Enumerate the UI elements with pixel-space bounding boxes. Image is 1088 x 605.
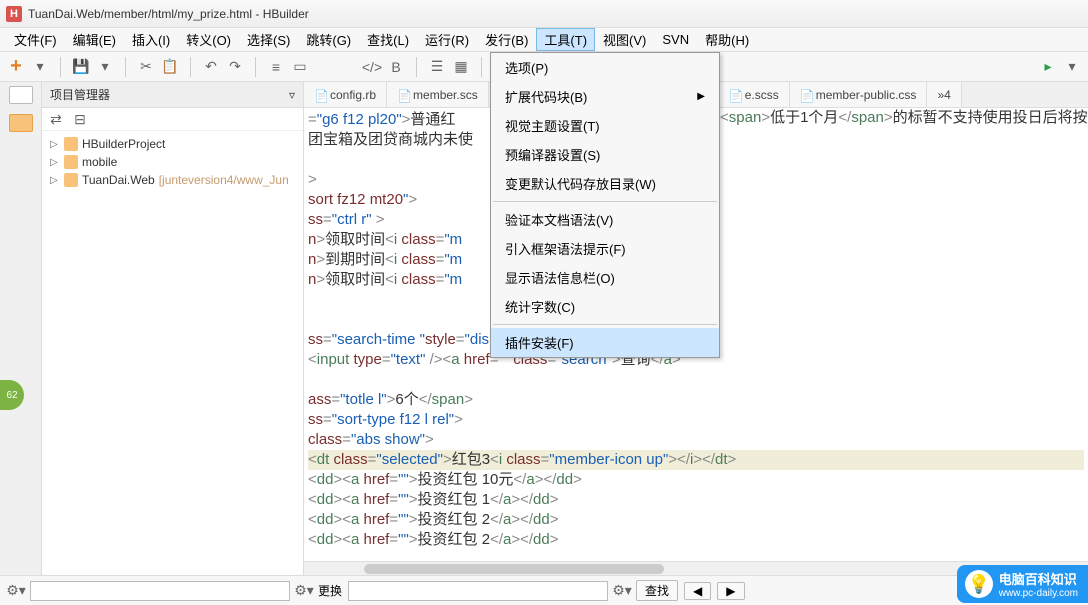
dropdown-icon[interactable]: ▾ <box>32 59 48 75</box>
rail-item-1[interactable] <box>9 86 33 104</box>
menu-dropdown-item[interactable]: 选项(P) <box>491 53 719 82</box>
link-icon[interactable]: ⇄ <box>48 111 64 127</box>
left-rail <box>0 82 42 575</box>
redo-icon[interactable]: ↷ <box>227 59 243 75</box>
menu-dropdown-item[interactable]: 插件安装(F) <box>491 328 719 357</box>
replace-label: 更换 <box>318 582 342 599</box>
project-panel: 项目管理器 ▿ ⇄ ⊟ ▷HBuilderProject▷mobile▷Tuan… <box>42 82 304 575</box>
next-button[interactable]: ▶ <box>717 582 744 600</box>
logo-text2: www.pc-daily.com <box>999 588 1078 599</box>
menu-dropdown-item[interactable]: 验证本文档语法(V) <box>491 205 719 234</box>
bulb-icon: 💡 <box>965 570 993 598</box>
tag-icon[interactable]: </> <box>364 59 380 75</box>
rail-item-2[interactable] <box>9 114 33 132</box>
tree-item[interactable]: ▷mobile <box>42 153 303 171</box>
menu-item[interactable]: 插入(I) <box>124 28 178 51</box>
cut-icon[interactable]: ✂ <box>138 59 154 75</box>
menu-item[interactable]: 跳转(G) <box>298 28 359 51</box>
menu-item[interactable]: 视图(V) <box>595 28 654 51</box>
align-left-icon[interactable]: ≡ <box>268 59 284 75</box>
grid-icon[interactable]: ▦ <box>453 59 469 75</box>
menu-dropdown-item[interactable]: 统计字数(C) <box>491 292 719 321</box>
menu-item[interactable]: 查找(L) <box>359 28 417 51</box>
tree-item[interactable]: ▷TuanDai.Web [junteversion4/www_Jun <box>42 171 303 189</box>
find-button[interactable]: 查找 <box>636 580 678 601</box>
prev-button[interactable]: ◀ <box>684 582 711 600</box>
run-icon[interactable]: ▸ <box>1040 59 1056 75</box>
bold-icon[interactable]: B <box>388 59 404 75</box>
menu-dropdown-item[interactable]: 显示语法信息栏(O) <box>491 263 719 292</box>
logo-text1: 电脑百科知识 <box>999 569 1078 588</box>
menu-item[interactable]: 转义(O) <box>178 28 239 51</box>
replace-options-icon[interactable]: ⚙▾ <box>296 583 312 599</box>
tabs-overflow[interactable]: »4 <box>927 82 961 107</box>
panel-title: 项目管理器 <box>50 86 110 103</box>
run-dropdown-icon[interactable]: ▾ <box>1064 59 1080 75</box>
code-right-fragment: <span>低于1个月</span>的标暂不支持使用投日后将按放弃申领作失效处理… <box>720 108 1088 129</box>
find-opt2-icon[interactable]: ⚙▾ <box>614 583 630 599</box>
save-all-icon[interactable]: ▾ <box>97 59 113 75</box>
copy-icon[interactable]: 📋 <box>162 59 178 75</box>
editor-tab[interactable]: 📄member.scs <box>387 82 489 107</box>
menu-item[interactable]: 帮助(H) <box>697 28 757 51</box>
tree-item[interactable]: ▷HBuilderProject <box>42 135 303 153</box>
find-options-icon[interactable]: ⚙▾ <box>8 583 24 599</box>
menu-item[interactable]: 编辑(E) <box>65 28 124 51</box>
menu-item[interactable]: 工具(T) <box>536 28 595 51</box>
app-icon: H <box>6 6 22 22</box>
editor-tab[interactable]: 📄e.scss <box>719 82 790 107</box>
find-input[interactable] <box>30 581 290 601</box>
menu-item[interactable]: 运行(R) <box>417 28 477 51</box>
new-button[interactable]: + <box>8 59 24 75</box>
menu-dropdown-item[interactable]: 扩展代码块(B)▶ <box>491 82 719 111</box>
undo-icon[interactable]: ↶ <box>203 59 219 75</box>
menu-item[interactable]: SVN <box>654 30 697 49</box>
save-icon[interactable]: 💾 <box>73 59 89 75</box>
window-title: TuanDai.Web/member/html/my_prize.html - … <box>28 7 309 21</box>
menu-item[interactable]: 发行(B) <box>477 28 536 51</box>
menu-dropdown-item[interactable]: 变更默认代码存放目录(W) <box>491 169 719 198</box>
watermark-logo: 💡 电脑百科知识 www.pc-daily.com <box>957 565 1088 603</box>
menu-dropdown-item[interactable]: 引入框架语法提示(F) <box>491 234 719 263</box>
list-icon[interactable]: ☰ <box>429 59 445 75</box>
editor-tab[interactable]: 📄config.rb <box>304 82 387 107</box>
panel-menu-icon[interactable]: ▿ <box>289 88 295 102</box>
editor-tab[interactable]: 📄member-public.css <box>790 82 928 107</box>
menu-dropdown-item[interactable]: 预编译器设置(S) <box>491 140 719 169</box>
title-bar: H TuanDai.Web/member/html/my_prize.html … <box>0 0 1088 28</box>
menu-item[interactable]: 文件(F) <box>6 28 65 51</box>
tools-menu-dropdown: 选项(P)扩展代码块(B)▶视觉主题设置(T)预编译器设置(S)变更默认代码存放… <box>490 52 720 358</box>
menu-dropdown-item[interactable]: 视觉主题设置(T) <box>491 111 719 140</box>
menu-bar: 文件(F)编辑(E)插入(I)转义(O)选择(S)跳转(G)查找(L)运行(R)… <box>0 28 1088 52</box>
collapse-icon[interactable]: ⊟ <box>72 111 88 127</box>
menu-item[interactable]: 选择(S) <box>239 28 298 51</box>
project-tree: ▷HBuilderProject▷mobile▷TuanDai.Web [jun… <box>42 131 303 193</box>
select-icon[interactable]: ▭ <box>292 59 308 75</box>
replace-input[interactable] <box>348 581 608 601</box>
find-bar: ⚙▾ ⚙▾ 更换 ⚙▾ 查找 ◀ ▶ <box>0 575 1088 605</box>
